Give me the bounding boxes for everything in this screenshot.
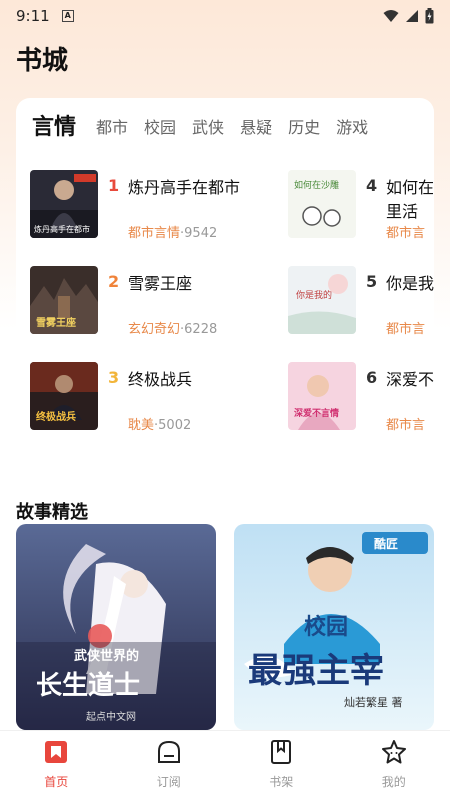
tab-romance[interactable]: 言情 <box>32 116 76 140</box>
book-item[interactable]: 炼丹高手在都市 1 炼丹高手在都市 都市言情·9542 <box>30 170 290 241</box>
story-card[interactable]: 酷匠 校园 最强主宰 灿若繁星 著 <box>234 524 434 730</box>
book-title: 雪雾王座 <box>128 274 193 293</box>
ranking-card: 言情 都市 校园 武侠 悬疑 历史 游戏 炼丹高手在都市 1 炼丹高手在都市 都… <box>16 98 434 458</box>
battery-icon <box>425 8 434 24</box>
status-bar: 9:11 A <box>0 0 450 32</box>
book-item[interactable]: 深爱不言情 6 深爱不 都市言 <box>288 362 434 433</box>
rank-number: 2 <box>108 272 120 291</box>
book-cover: 深爱不言情 <box>288 362 356 430</box>
story-cover-title: 长生道士 <box>36 670 140 701</box>
story-cover-title: 最强主宰 <box>248 651 384 691</box>
rank-number: 5 <box>366 272 378 291</box>
book-cover: 雪雾王座 <box>30 266 98 334</box>
nav-label: 我的 <box>381 775 406 789</box>
book-cover: 炼丹高手在都市 <box>30 170 98 238</box>
nav-profile[interactable]: 我的 <box>338 731 450 800</box>
story-card[interactable]: 武侠世界的 长生道士 起点中文网 <box>16 524 216 730</box>
cover-title-text: 雪雾王座 <box>36 316 76 329</box>
rank-number: 3 <box>108 368 120 387</box>
book-meta: 玄幻奇幻·6228 <box>128 322 218 337</box>
book-category: 耽美 <box>128 418 155 433</box>
nav-label: 首页 <box>44 775 69 789</box>
cover-title-text: 终极战兵 <box>36 410 76 423</box>
book-title: 深爱不 <box>386 370 434 389</box>
book-cover: 如何在沙雕 <box>288 170 356 238</box>
nav-subscribe[interactable]: 订阅 <box>113 731 226 800</box>
book-read-count: 6228 <box>184 322 218 337</box>
nav-label: 订阅 <box>156 775 181 789</box>
book-meta: 都市言情·9542 <box>128 226 218 241</box>
book-category: 都市言 <box>386 226 426 241</box>
book-item[interactable]: 如何在沙雕 4 如何在 里活 都市言 <box>288 170 434 241</box>
book-item[interactable]: 终极战兵 3 终极战兵 耽美·5002 <box>30 362 290 433</box>
tab-history[interactable]: 历史 <box>288 116 320 140</box>
tab-wuxia[interactable]: 武侠 <box>192 116 224 140</box>
book-category: 都市言情 <box>128 226 181 241</box>
story-cover-subtitle: 武侠世界的 <box>74 648 139 664</box>
rank-number: 1 <box>108 176 120 195</box>
book-read-count: 5002 <box>158 418 192 433</box>
cover-title-text: 炼丹高手在都市 <box>34 224 90 234</box>
nav-bookshelf[interactable]: 书架 <box>225 731 338 800</box>
tab-urban[interactable]: 都市 <box>96 116 128 140</box>
book-title: 如何在 <box>386 178 434 197</box>
story-publisher: 起点中文网 <box>86 710 136 723</box>
book-cover: 你是我的 <box>288 266 356 334</box>
story-author: 灿若繁星 著 <box>344 695 403 709</box>
bottom-navigation: 首页 订阅 书架 我的 <box>0 730 450 800</box>
status-icons <box>383 8 434 24</box>
page-title: 书城 <box>16 46 69 76</box>
book-title: 你是我 <box>386 274 434 293</box>
cover-title-text: 深爱不言情 <box>294 407 339 419</box>
cover-title-text: 如何在沙雕 <box>294 179 339 191</box>
book-title: 终极战兵 <box>128 370 193 389</box>
book-read-count: 9542 <box>184 226 218 241</box>
nav-home[interactable]: 首页 <box>0 731 113 800</box>
story-cover-image: 武侠世界的 长生道士 起点中文网 <box>16 524 216 730</box>
story-cover-image: 酷匠 校园 最强主宰 灿若繁星 著 <box>234 524 434 730</box>
book-item[interactable]: 你是我的 5 你是我 都市言 <box>288 266 434 337</box>
profile-star-icon <box>381 740 406 764</box>
signal-icon <box>406 10 418 22</box>
book-category: 都市言 <box>386 322 426 337</box>
notification-app-icon: A <box>61 10 74 22</box>
story-badge: 酷匠 <box>374 536 398 551</box>
tab-campus[interactable]: 校园 <box>144 116 176 140</box>
book-title: 炼丹高手在都市 <box>128 178 241 197</box>
book-category: 玄幻奇幻 <box>128 322 181 337</box>
home-bookmark-icon <box>45 741 68 763</box>
status-time: 9:11 <box>16 7 50 25</box>
book-title-line2: 里活 <box>386 202 419 221</box>
book-meta: 都市言 <box>386 414 425 433</box>
bookshelf-icon <box>271 740 292 764</box>
tab-game[interactable]: 游戏 <box>336 116 368 140</box>
tab-mystery[interactable]: 悬疑 <box>240 116 272 140</box>
book-cover: 终极战兵 <box>30 362 98 430</box>
rank-number: 4 <box>366 176 378 195</box>
book-meta: 耽美·5002 <box>128 418 192 433</box>
book-category: 都市言 <box>386 418 426 433</box>
subscribe-icon <box>157 740 180 763</box>
rank-number: 6 <box>366 368 378 387</box>
wifi-icon <box>383 10 399 22</box>
story-cover-subtitle: 校园 <box>304 614 348 640</box>
book-meta: 都市言 <box>386 318 425 337</box>
section-title-featured-stories: 故事精选 <box>16 502 88 523</box>
nav-label: 书架 <box>269 775 294 789</box>
category-tabs: 言情 都市 校园 武侠 悬疑 历史 游戏 <box>32 116 384 140</box>
cover-title-text: 你是我的 <box>296 289 332 301</box>
book-item[interactable]: 雪雾王座 2 雪雾王座 玄幻奇幻·6228 <box>30 266 290 337</box>
book-meta: 都市言 <box>386 222 425 241</box>
